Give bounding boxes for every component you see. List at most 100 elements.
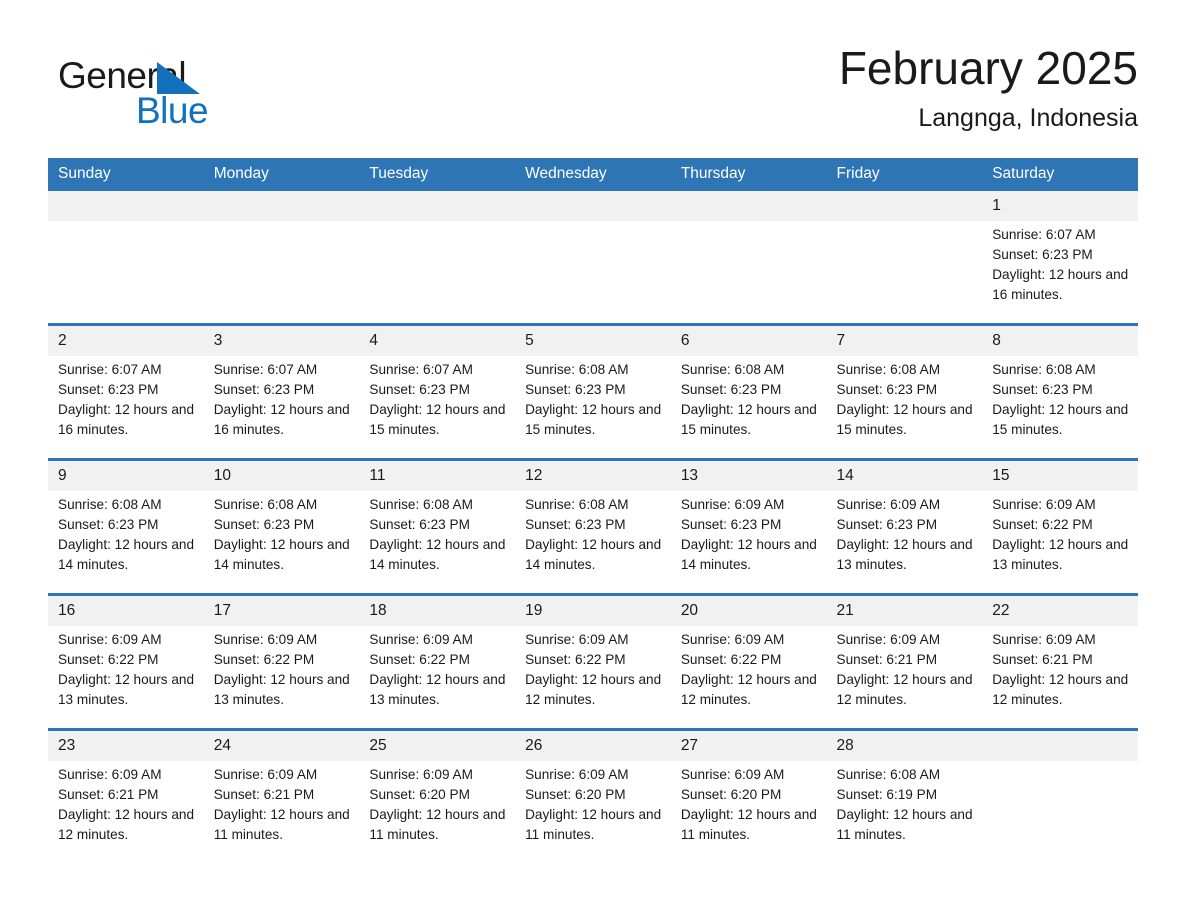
sunset-text: Sunset: 6:23 PM: [680, 517, 782, 532]
calendar-day-cell[interactable]: 27 Sunrise: 6:09 AM Sunset: 6:20 PM Dayligh…: [670, 728, 827, 863]
calendar-day-cell[interactable]: 23 Sunrise: 6:09 AM Sunset: 6:21 PM Dayligh…: [48, 728, 204, 863]
calendar-day-cell[interactable]: 10 Sunrise: 6:08 AM Sunset: 6:23 PM Dayligh…: [203, 458, 360, 595]
daylight-text: Daylight: 12 hours and 14 minutes.: [58, 537, 195, 572]
day-details: Sunrise: 6:09 AM Sunset: 6:20 PM Daylight:…: [359, 761, 515, 845]
calendar-day-cell[interactable]: 22 Sunrise: 6:09 AM Sunset: 6:21 PM Dayligh…: [982, 593, 1138, 730]
weekday-header-tuesday: Tuesday: [359, 158, 516, 191]
sunset-text: Sunset: 6:23 PM: [369, 517, 470, 532]
day-number: [515, 191, 671, 221]
calendar-day-cell-empty: [826, 191, 983, 325]
sunrise-text: Sunrise: 6:08 AM: [58, 497, 162, 512]
day-details: Sunrise: 6:09 AM Sunset: 6:21 PM Daylight:…: [48, 761, 204, 845]
daylight-text: Daylight: 12 hours and 14 minutes.: [525, 537, 662, 572]
sunrise-text: Sunrise: 6:08 AM: [369, 497, 473, 512]
day-number: 25: [359, 732, 516, 761]
sunset-text: Sunset: 6:23 PM: [525, 382, 626, 397]
sunset-text: Sunset: 6:23 PM: [992, 382, 1093, 397]
sunset-text: Sunset: 6:23 PM: [836, 517, 938, 532]
sunset-text: Sunset: 6:21 PM: [836, 652, 938, 667]
calendar-day-cell[interactable]: 7 Sunrise: 6:08 AM Sunset: 6:23 PM Daylight…: [826, 323, 983, 460]
sunset-text: Sunset: 6:23 PM: [836, 382, 938, 397]
day-details: Sunrise: 6:07 AM Sunset: 6:23 PM Daylight:…: [982, 221, 1138, 305]
sunrise-text: Sunrise: 6:08 AM: [525, 497, 629, 512]
sunrise-text: Sunrise: 6:09 AM: [992, 497, 1096, 512]
generalblue-logo[interactable]: General Blue: [58, 55, 318, 133]
calendar-grid: Sunday Monday Tuesday Wednesday Thursday…: [48, 158, 1138, 863]
calendar-day-cell[interactable]: 6 Sunrise: 6:08 AM Sunset: 6:23 PM Daylight…: [670, 323, 827, 460]
sunrise-text: Sunrise: 6:09 AM: [58, 632, 162, 647]
weekday-header-thursday: Thursday: [670, 158, 827, 191]
sunset-text: Sunset: 6:20 PM: [369, 787, 470, 802]
calendar-day-cell[interactable]: 19 Sunrise: 6:09 AM Sunset: 6:22 PM Dayligh…: [515, 593, 671, 730]
sunset-text: Sunset: 6:21 PM: [58, 787, 159, 802]
sunrise-text: Sunrise: 6:08 AM: [992, 362, 1096, 377]
calendar-day-cell[interactable]: 13 Sunrise: 6:09 AM Sunset: 6:23 PM Dayligh…: [670, 458, 827, 595]
location-subtitle: Langnga, Indonesia: [918, 104, 1138, 132]
day-number: 20: [670, 597, 827, 626]
calendar-day-cell[interactable]: 9 Sunrise: 6:08 AM Sunset: 6:23 PM Daylight…: [48, 458, 204, 595]
calendar-day-cell[interactable]: 24 Sunrise: 6:09 AM Sunset: 6:21 PM Dayligh…: [203, 728, 360, 863]
calendar-header-row: Sunday Monday Tuesday Wednesday Thursday…: [48, 158, 1138, 191]
sunset-text: Sunset: 6:22 PM: [369, 652, 470, 667]
sunrise-text: Sunrise: 6:08 AM: [680, 362, 785, 377]
calendar-day-cell[interactable]: 28 Sunrise: 6:08 AM Sunset: 6:19 PM Dayligh…: [826, 728, 983, 863]
sunset-text: Sunset: 6:20 PM: [525, 787, 626, 802]
day-details: Sunrise: 6:09 AM Sunset: 6:21 PM Daylight:…: [827, 626, 983, 710]
calendar-week-row: 23 Sunrise: 6:09 AM Sunset: 6:21 PM Dayligh…: [48, 728, 1138, 863]
calendar-day-cell[interactable]: 17 Sunrise: 6:09 AM Sunset: 6:22 PM Dayligh…: [203, 593, 360, 730]
calendar-day-cell[interactable]: 14 Sunrise: 6:09 AM Sunset: 6:23 PM Dayligh…: [826, 458, 983, 595]
calendar-day-cell[interactable]: 3 Sunrise: 6:07 AM Sunset: 6:23 PM Daylight…: [203, 323, 360, 460]
day-number: 27: [670, 732, 827, 761]
day-number: 9: [48, 462, 204, 491]
day-number: [826, 191, 983, 221]
sunrise-text: Sunrise: 6:09 AM: [680, 497, 785, 512]
calendar-day-cell[interactable]: 5 Sunrise: 6:08 AM Sunset: 6:23 PM Daylight…: [515, 323, 671, 460]
sunset-text: Sunset: 6:22 PM: [992, 517, 1093, 532]
calendar-day-cell[interactable]: 20 Sunrise: 6:09 AM Sunset: 6:22 PM Dayligh…: [670, 593, 827, 730]
day-number: 4: [359, 327, 516, 356]
calendar-day-cell[interactable]: 18 Sunrise: 6:09 AM Sunset: 6:22 PM Dayligh…: [359, 593, 516, 730]
day-number: 7: [826, 327, 983, 356]
weekday-header-monday: Monday: [203, 158, 360, 191]
day-number: 22: [982, 597, 1138, 626]
day-details: Sunrise: 6:08 AM Sunset: 6:23 PM Daylight:…: [204, 491, 360, 575]
day-details: Sunrise: 6:09 AM Sunset: 6:20 PM Daylight:…: [671, 761, 827, 845]
calendar-day-cell[interactable]: 26 Sunrise: 6:09 AM Sunset: 6:20 PM Dayligh…: [515, 728, 671, 863]
day-details: Sunrise: 6:09 AM Sunset: 6:22 PM Daylight:…: [204, 626, 360, 710]
calendar-day-cell[interactable]: 11 Sunrise: 6:08 AM Sunset: 6:23 PM Dayligh…: [359, 458, 516, 595]
calendar-day-cell[interactable]: 12 Sunrise: 6:08 AM Sunset: 6:23 PM Dayligh…: [515, 458, 671, 595]
daylight-text: Daylight: 12 hours and 14 minutes.: [680, 537, 817, 572]
calendar-day-cell-empty: [982, 728, 1138, 863]
page-header: General Blue February 2025 Langnga, Indo…: [48, 40, 1138, 150]
sunrise-text: Sunrise: 6:09 AM: [836, 497, 941, 512]
calendar-day-cell[interactable]: 1 Sunrise: 6:07 AM Sunset: 6:23 PM Daylight…: [982, 191, 1138, 325]
day-details: Sunrise: 6:08 AM Sunset: 6:23 PM Daylight:…: [827, 356, 983, 440]
day-details: Sunrise: 6:07 AM Sunset: 6:23 PM Daylight:…: [204, 356, 360, 440]
calendar-day-cell[interactable]: 15 Sunrise: 6:09 AM Sunset: 6:22 PM Dayligh…: [982, 458, 1138, 595]
calendar-day-cell[interactable]: 4 Sunrise: 6:07 AM Sunset: 6:23 PM Daylight…: [359, 323, 516, 460]
sunset-text: Sunset: 6:19 PM: [836, 787, 938, 802]
day-number: 17: [203, 597, 360, 626]
daylight-text: Daylight: 12 hours and 13 minutes.: [58, 672, 195, 707]
daylight-text: Daylight: 12 hours and 15 minutes.: [680, 402, 817, 437]
sunset-text: Sunset: 6:23 PM: [58, 517, 159, 532]
calendar-day-cell[interactable]: 2 Sunrise: 6:07 AM Sunset: 6:23 PM Daylight…: [48, 323, 204, 460]
title-block: February 2025 Langnga, Indonesia: [839, 40, 1138, 135]
daylight-text: Daylight: 12 hours and 15 minutes.: [992, 402, 1129, 437]
calendar-day-cell-empty: [48, 191, 204, 325]
day-details: Sunrise: 6:09 AM Sunset: 6:21 PM Daylight:…: [204, 761, 360, 845]
daylight-text: Daylight: 12 hours and 12 minutes.: [680, 672, 817, 707]
daylight-text: Daylight: 12 hours and 12 minutes.: [992, 672, 1129, 707]
calendar-day-cell[interactable]: 16 Sunrise: 6:09 AM Sunset: 6:22 PM Dayligh…: [48, 593, 204, 730]
sunrise-text: Sunrise: 6:09 AM: [58, 767, 162, 782]
calendar-day-cell[interactable]: 25 Sunrise: 6:09 AM Sunset: 6:20 PM Dayligh…: [359, 728, 516, 863]
daylight-text: Daylight: 12 hours and 16 minutes.: [992, 267, 1129, 302]
calendar-day-cell[interactable]: 21 Sunrise: 6:09 AM Sunset: 6:21 PM Dayligh…: [826, 593, 983, 730]
calendar-day-cell[interactable]: 8 Sunrise: 6:08 AM Sunset: 6:23 PM Daylight…: [982, 323, 1138, 460]
daylight-text: Daylight: 12 hours and 13 minutes.: [369, 672, 506, 707]
sunrise-text: Sunrise: 6:09 AM: [213, 767, 318, 782]
sunset-text: Sunset: 6:20 PM: [680, 787, 782, 802]
sunset-text: Sunset: 6:22 PM: [680, 652, 782, 667]
sunrise-text: Sunrise: 6:08 AM: [836, 362, 941, 377]
day-details: Sunrise: 6:09 AM Sunset: 6:22 PM Daylight:…: [515, 626, 671, 710]
